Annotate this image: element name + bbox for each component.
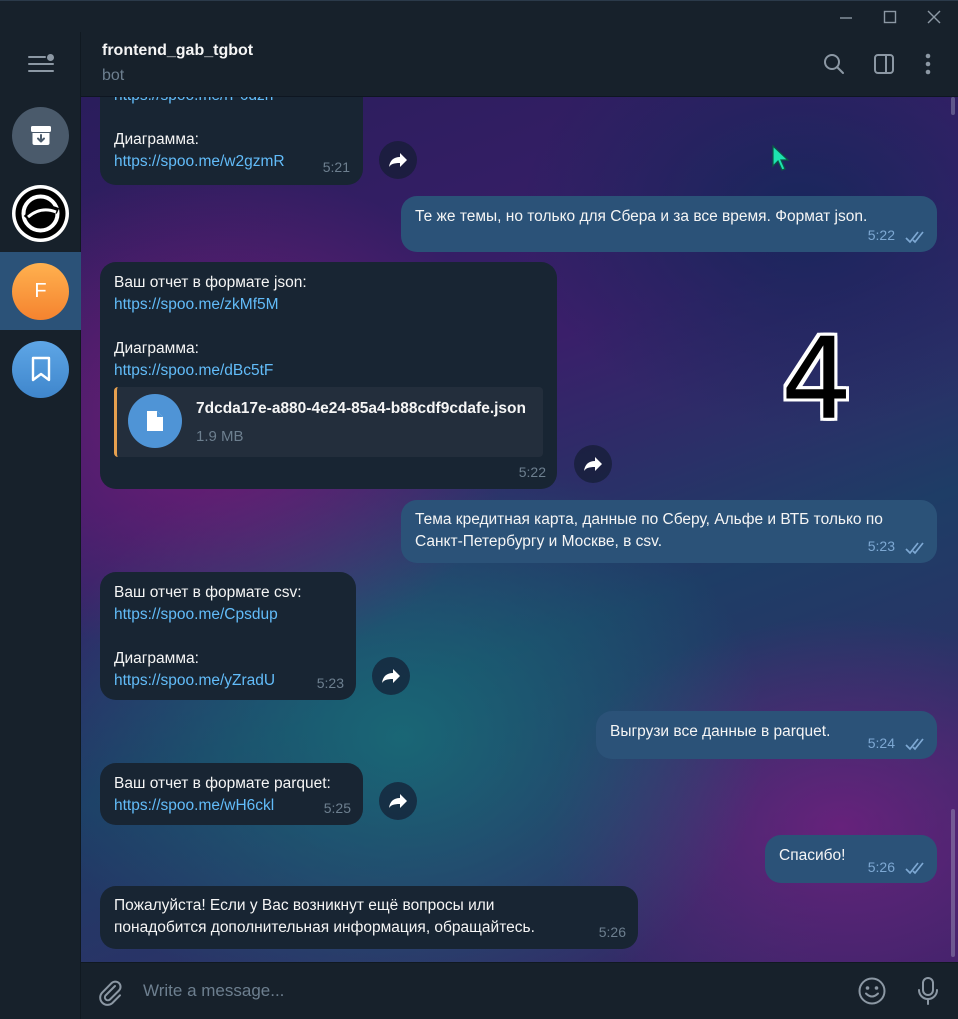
message-link[interactable]: https://spoo.me/rP6dzh (114, 97, 349, 107)
voice-record-button[interactable] (912, 975, 944, 1007)
message-text: понадобится дополнительная информация, о… (114, 919, 535, 936)
message-text: Ваш отчет в формате parquet: (114, 775, 331, 792)
message-input[interactable] (143, 976, 843, 1006)
circle-logo-icon (15, 188, 66, 238)
close-icon[interactable] (912, 1, 956, 33)
message-bubble[interactable]: Выгрузи все данные в parquet. 5:24 (596, 711, 937, 759)
message-text: Диаграмма: (114, 340, 199, 357)
message-time: 5:25 (323, 800, 351, 816)
file-size: 1.9 MB (196, 428, 244, 445)
forward-button[interactable] (372, 657, 410, 695)
message-bubble[interactable]: Тема кредитная карта, данные по Сберу, А… (401, 500, 937, 563)
unread-dot-icon (47, 54, 54, 61)
avatar (12, 340, 69, 398)
message-time: 5:23 (316, 675, 344, 691)
message-link[interactable]: https://spoo.me/yZradU (114, 670, 342, 692)
read-checks-icon (905, 862, 924, 875)
more-options-icon[interactable] (913, 49, 943, 79)
message-text: Диаграмма: (114, 650, 199, 667)
minimize-icon[interactable] (824, 1, 868, 33)
scrollbar-top (951, 97, 955, 115)
message-time: 5:22 (867, 227, 895, 243)
message-list[interactable]: 4 https://spoo.me/rP6dzh Диаграмма: http… (81, 97, 958, 962)
share-arrow-icon (382, 669, 400, 683)
scrollbar-thumb[interactable] (951, 809, 955, 957)
message-text: Те же темы, но только для Сбера и за все… (415, 208, 868, 225)
message-text: Спасибо! (779, 847, 846, 864)
chat-header: frontend_gab_tgbot bot (81, 32, 958, 97)
search-icon[interactable] (819, 49, 849, 79)
message-text: Санкт-Петербургу и Москве, в csv. (415, 533, 663, 550)
message-composer (81, 962, 958, 1019)
message-text: Ваш отчет в формате csv: (114, 584, 302, 601)
message-bubble[interactable]: Те же темы, но только для Сбера и за все… (401, 196, 937, 252)
message-link[interactable]: https://spoo.me/zkMf5M (114, 294, 543, 316)
window-title-bar (0, 0, 958, 32)
message-link[interactable]: https://spoo.me/w2gzmR (114, 151, 349, 173)
chat-status: bot (102, 67, 125, 84)
download-file-button[interactable] (128, 394, 182, 448)
message-time: 5:21 (322, 159, 350, 175)
share-arrow-icon (389, 153, 407, 167)
sidebar-item-logo-chat[interactable] (0, 174, 81, 252)
emoji-button[interactable] (856, 975, 888, 1007)
message-text: Ваш отчет в формате json: (114, 274, 307, 291)
main-menu-button[interactable] (0, 32, 81, 96)
message-bubble[interactable]: https://spoo.me/rP6dzh Диаграмма: https:… (100, 97, 363, 185)
archive-icon (30, 126, 51, 145)
bookmark-icon (31, 356, 50, 382)
message-time: 5:26 (867, 859, 895, 875)
message-time: 5:24 (867, 735, 895, 751)
microphone-icon (918, 977, 938, 1005)
paperclip-icon (99, 980, 122, 1006)
sidebar-item-archive[interactable] (0, 96, 81, 174)
read-checks-icon (905, 738, 924, 751)
overlay-number: 4 (781, 315, 853, 445)
message-link[interactable]: https://spoo.me/Cpsdup (114, 604, 342, 626)
share-arrow-icon (584, 457, 602, 471)
sidebar-item-saved[interactable] (0, 330, 81, 408)
file-name[interactable]: 7dcda17e-a880-4e24-85a4-b88cdf9cdafe.jso… (196, 398, 526, 420)
avatar (12, 184, 69, 242)
smiley-icon (858, 977, 886, 1005)
forward-button[interactable] (379, 782, 417, 820)
forward-button[interactable] (574, 445, 612, 483)
forward-button[interactable] (379, 141, 417, 179)
chat-folder-sidebar: F (0, 32, 81, 1019)
message-bubble[interactable]: Пожалуйста! Если у Вас возникнут ещё воп… (100, 886, 638, 949)
sidebar-toggle-icon[interactable] (869, 49, 899, 79)
chat-title[interactable]: frontend_gab_tgbot (102, 42, 253, 60)
mouse-cursor-icon (772, 144, 790, 171)
attach-button[interactable] (95, 977, 125, 1007)
message-time: 5:22 (518, 464, 546, 480)
message-bubble[interactable]: Ваш отчет в формате parquet: https://spo… (100, 763, 363, 825)
message-bubble[interactable]: Ваш отчет в формате csv: https://spoo.me… (100, 572, 356, 700)
message-link[interactable]: https://spoo.me/wH6ckl (114, 795, 349, 817)
message-link[interactable]: https://spoo.me/dBc5tF (114, 360, 543, 382)
avatar (12, 106, 69, 164)
message-bubble[interactable]: Спасибо! 5:26 (765, 835, 937, 883)
message-text: Тема кредитная карта, данные по Сберу, А… (415, 511, 883, 528)
message-text: Пожалуйста! Если у Вас возникнут ещё воп… (114, 897, 495, 914)
message-time: 5:23 (867, 538, 895, 554)
maximize-icon[interactable] (868, 1, 912, 33)
share-arrow-icon (389, 794, 407, 808)
message-time: 5:26 (598, 924, 626, 940)
file-attachment[interactable]: 7dcda17e-a880-4e24-85a4-b88cdf9cdafe.jso… (114, 387, 543, 457)
read-checks-icon (905, 542, 924, 555)
message-text: Диаграмма: (114, 131, 199, 148)
message-bubble[interactable]: Ваш отчет в формате json: https://spoo.m… (100, 262, 557, 489)
document-icon (147, 411, 163, 431)
sidebar-item-f-chat[interactable]: F (0, 252, 81, 330)
avatar-letter: F (34, 279, 47, 302)
avatar: F (12, 262, 69, 320)
read-checks-icon (905, 231, 924, 244)
